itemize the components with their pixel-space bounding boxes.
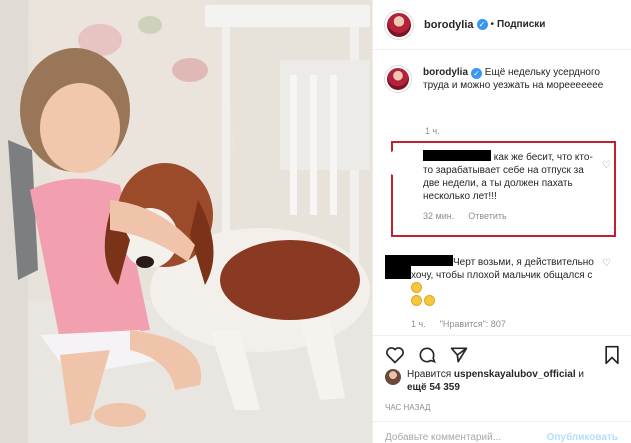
- redacted-username: [411, 255, 453, 266]
- username[interactable]: borodylia: [424, 19, 474, 31]
- comment-1: как же бесит, что кто-то зарабатывает се…: [385, 150, 621, 221]
- caption-avatar[interactable]: [385, 66, 411, 92]
- add-comment-input[interactable]: Добавьте комментарий...: [385, 432, 501, 443]
- post-photo: [0, 0, 372, 443]
- smile-emoji-icon: [411, 295, 422, 306]
- comment-time: 1 ч.: [411, 319, 426, 329]
- comment-likes[interactable]: "Нравится": 807: [440, 319, 506, 329]
- publish-button[interactable]: Опубликовать: [547, 432, 618, 443]
- comment-icon[interactable]: [417, 345, 437, 365]
- likes-prefix: Нравится: [407, 369, 452, 380]
- liker-avatar[interactable]: [385, 369, 401, 385]
- likes-count[interactable]: ещё 54 359: [407, 382, 460, 393]
- caption-username[interactable]: borodylia: [423, 67, 468, 78]
- likes-and: и: [578, 369, 585, 380]
- post-caption: borodylia ✓ Ещё недельку усердного труда …: [385, 66, 621, 92]
- post-header: borodylia ✓ • Подписки: [373, 0, 631, 50]
- smile-emoji-icon: [411, 282, 422, 293]
- likes-summary: Нравится uspenskayalubov_official и ещё …: [385, 368, 584, 394]
- comment-body: как же бесит, что кто-то зарабатывает се…: [423, 150, 599, 221]
- verified-icon: ✓: [471, 68, 483, 79]
- verified-icon: ✓: [476, 19, 488, 30]
- add-comment-bar: Добавьте комментарий... Опубликовать: [373, 421, 631, 443]
- comment-meta: 32 мин. Ответить: [423, 211, 599, 221]
- bookmark-icon[interactable]: [603, 345, 621, 365]
- comment-avatar: [385, 150, 411, 176]
- heart-icon[interactable]: ♡: [602, 160, 611, 171]
- redacted-username: [423, 150, 491, 161]
- liker-username[interactable]: uspenskayalubov_official: [454, 369, 576, 380]
- caption-time: 1 ч.: [425, 126, 440, 136]
- heart-icon[interactable]: ♡: [602, 258, 611, 269]
- caption-text-wrap: borodylia ✓ Ещё недельку усердного труда …: [423, 66, 621, 92]
- comment-time: 32 мин.: [423, 211, 455, 221]
- comment-meta: 1 ч. "Нравится": 807: [411, 319, 601, 329]
- follow-button[interactable]: Подписки: [497, 19, 545, 30]
- heart-icon[interactable]: [385, 345, 405, 365]
- separator-dot: •: [490, 19, 495, 30]
- comment-text-wrap: как же бесит, что кто-то зарабатывает се…: [423, 150, 599, 203]
- reply-button[interactable]: Ответить: [468, 211, 506, 221]
- avatar[interactable]: [385, 10, 413, 39]
- comment-2: Черт возьми, я действительно хочу, чтобы…: [385, 255, 621, 329]
- smile-emoji-icon: [424, 295, 435, 306]
- likes-text: Нравится uspenskayalubov_official и ещё …: [407, 368, 584, 394]
- share-icon[interactable]: [449, 345, 469, 365]
- photo-illustration: [0, 0, 372, 443]
- comment-body: Черт возьми, я действительно хочу, чтобы…: [411, 255, 601, 329]
- post-time-ago: час назад: [385, 403, 431, 412]
- redacted-avatar: [385, 255, 411, 279]
- post-side-panel: borodylia ✓ • Подписки borodylia ✓ Ещё не…: [372, 0, 631, 443]
- comment-text-wrap: Черт возьми, я действительно хочу, чтобы…: [411, 255, 601, 308]
